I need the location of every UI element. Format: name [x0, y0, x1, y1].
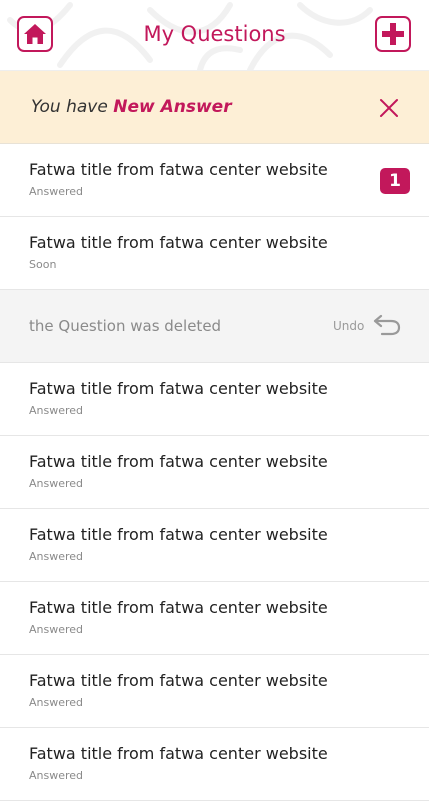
banner-emphasis: New Answer [113, 97, 232, 117]
new-answer-banner: You have New Answer [0, 71, 429, 144]
question-title: Fatwa title from fatwa center website [29, 598, 328, 617]
question-title: Fatwa title from fatwa center website [29, 525, 328, 544]
undo-icon[interactable] [372, 312, 402, 338]
deleted-question-row: the Question was deleted Undo [0, 290, 429, 363]
question-title: Fatwa title from fatwa center website [29, 160, 328, 179]
question-title: Fatwa title from fatwa center website [29, 744, 328, 763]
question-row[interactable]: Fatwa title from fatwa center website An… [0, 144, 429, 217]
question-row[interactable]: Fatwa title from fatwa center website An… [0, 582, 429, 655]
new-answer-count-badge: 1 [380, 168, 410, 194]
banner-prefix: You have [31, 97, 114, 117]
home-icon [24, 24, 46, 44]
app-header: My Questions [0, 0, 429, 71]
question-title: Fatwa title from fatwa center website [29, 233, 328, 252]
plus-icon [382, 23, 404, 45]
question-title: Fatwa title from fatwa center website [29, 452, 328, 471]
banner-message: You have New Answer [31, 95, 232, 119]
home-button[interactable] [17, 16, 53, 52]
deleted-message: the Question was deleted [29, 317, 222, 335]
question-row[interactable]: Fatwa title from fatwa center website An… [0, 363, 429, 436]
question-title: Fatwa title from fatwa center website [29, 671, 328, 690]
question-status: Answered [29, 769, 84, 782]
question-row[interactable]: Fatwa title from fatwa center website An… [0, 655, 429, 728]
question-title: Fatwa title from fatwa center website [29, 379, 328, 398]
question-status: Answered [29, 404, 84, 417]
question-row[interactable]: Fatwa title from fatwa center website An… [0, 728, 429, 801]
question-status: Soon [29, 258, 57, 271]
undo-button[interactable]: Undo [333, 318, 364, 334]
question-row[interactable]: Fatwa title from fatwa center website So… [0, 217, 429, 290]
question-status: Answered [29, 550, 84, 563]
questions-list: Fatwa title from fatwa center website An… [0, 144, 429, 801]
close-icon[interactable] [378, 97, 400, 119]
add-question-button[interactable] [375, 16, 411, 52]
question-status: Answered [29, 185, 84, 198]
question-status: Answered [29, 623, 84, 636]
question-status: Answered [29, 477, 84, 490]
question-status: Answered [29, 696, 84, 709]
page-title: My Questions [143, 22, 286, 46]
question-row[interactable]: Fatwa title from fatwa center website An… [0, 509, 429, 582]
question-row[interactable]: Fatwa title from fatwa center website An… [0, 436, 429, 509]
